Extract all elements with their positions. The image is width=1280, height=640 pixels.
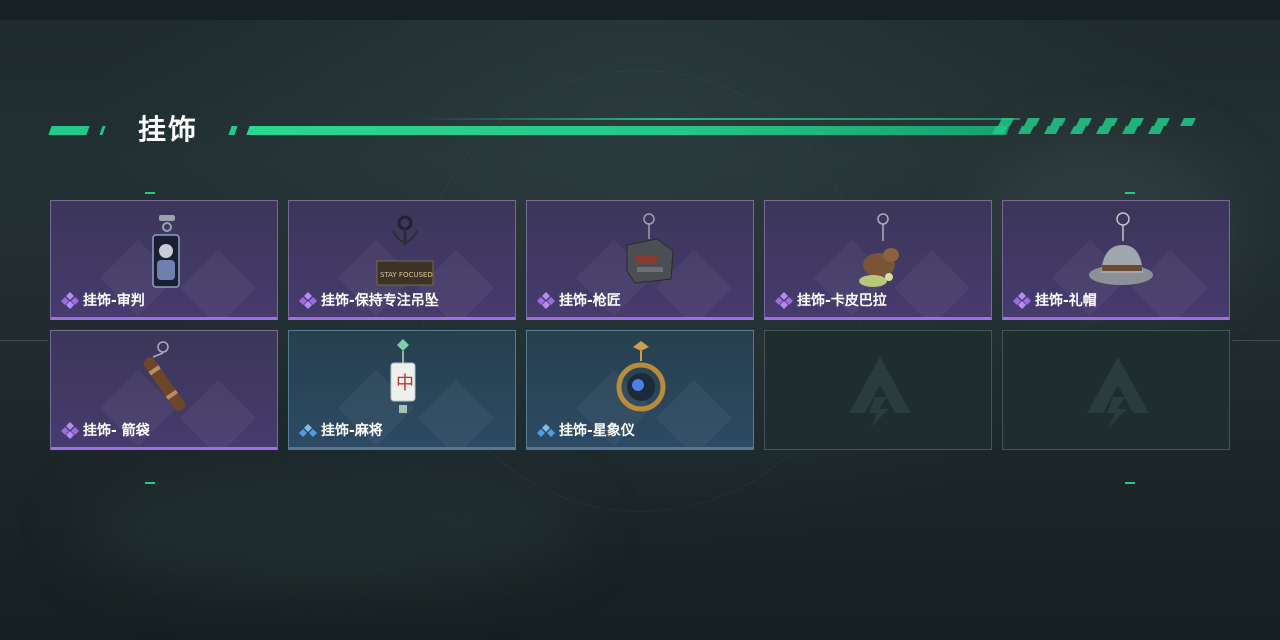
corner-mark (145, 482, 155, 484)
empty-slot-logo-icon (1087, 357, 1149, 427)
header-checker-pattern (992, 118, 1196, 134)
charm-name: 挂饰-星象仪 (559, 423, 635, 439)
charm-label-row: 挂饰-审判 (61, 290, 145, 310)
gunsmith-charm-icon (626, 213, 674, 284)
charm-label-row: 挂饰-礼帽 (1013, 290, 1097, 310)
charm-label-row: 挂饰-枪匠 (537, 290, 621, 310)
svg-text:STAY FOCUSED: STAY FOCUSED (380, 271, 433, 279)
corner-mark (145, 192, 155, 194)
charm-label-row: 挂饰- 箭袋 (61, 420, 150, 440)
empty-slot[interactable] (764, 330, 992, 450)
charm-name: 挂饰-枪匠 (559, 293, 621, 309)
charm-name: 挂饰-审判 (83, 293, 145, 309)
header-accent-small (228, 126, 238, 135)
svg-text:中: 中 (396, 373, 414, 394)
stay-focused-tag-charm-icon: STAY FOCUSED (376, 215, 434, 286)
rarity-diamond-icon (61, 292, 79, 309)
charm-name: 挂饰-麻将 (321, 423, 383, 439)
charm-card[interactable]: STAY FOCUSED 挂饰-保持专注吊坠 (288, 200, 516, 320)
rarity-diamond-icon (299, 292, 317, 309)
rarity-diamond-icon (775, 292, 793, 309)
fedora-hat-charm-icon (1089, 212, 1153, 285)
rarity-diamond-icon (1013, 292, 1031, 309)
charm-card[interactable]: 挂饰-卡皮巴拉 (764, 200, 992, 320)
top-strip (0, 0, 1280, 20)
header-accent-left (48, 126, 90, 135)
charm-label-row: 挂饰-麻将 (299, 420, 383, 440)
corner-mark (1125, 482, 1135, 484)
quiver-charm-icon (143, 341, 186, 412)
rarity-diamond-icon (537, 424, 555, 437)
astrolabe-charm-icon (616, 341, 666, 412)
charm-label-row: 挂饰-保持专注吊坠 (299, 290, 439, 310)
header-accent-tick (99, 126, 106, 135)
side-guide-line (0, 340, 48, 341)
charm-name: 挂饰- 箭袋 (83, 423, 150, 439)
charm-name: 挂饰-卡皮巴拉 (797, 293, 887, 309)
judge-card-charm-icon (152, 215, 180, 288)
charm-name: 挂饰-礼帽 (1035, 293, 1097, 309)
charm-card[interactable]: 挂饰-枪匠 (526, 200, 754, 320)
charm-card[interactable]: 中 挂饰-麻将 (288, 330, 516, 450)
header-progress-bar (246, 126, 1010, 135)
section-title: 挂饰 (138, 113, 199, 146)
charm-card[interactable]: 挂饰-审判 (50, 200, 278, 320)
charm-card[interactable]: 挂饰-礼帽 (1002, 200, 1230, 320)
empty-slot-logo-icon (849, 357, 911, 427)
header-thin-line (420, 118, 1020, 120)
charm-name: 挂饰-保持专注吊坠 (321, 293, 439, 309)
side-guide-line (1232, 340, 1280, 341)
empty-slot[interactable] (1002, 330, 1230, 450)
capybara-charm-icon (859, 213, 899, 287)
charm-card[interactable]: 挂饰- 箭袋 (50, 330, 278, 450)
charm-card[interactable]: 挂饰-星象仪 (526, 330, 754, 450)
charm-label-row: 挂饰-卡皮巴拉 (775, 290, 887, 310)
charm-label-row: 挂饰-星象仪 (537, 420, 635, 440)
rarity-diamond-icon (61, 422, 79, 439)
charm-grid: 挂饰-审判 STAY FOCUSED 挂饰-保持专注吊坠 挂饰-枪匠 挂饰-卡皮… (50, 200, 1230, 450)
rarity-diamond-icon (299, 424, 317, 437)
mahjong-tile-charm-icon: 中 (390, 339, 416, 413)
rarity-diamond-icon (537, 292, 555, 309)
corner-mark (1125, 192, 1135, 194)
background-glow (80, 470, 580, 590)
